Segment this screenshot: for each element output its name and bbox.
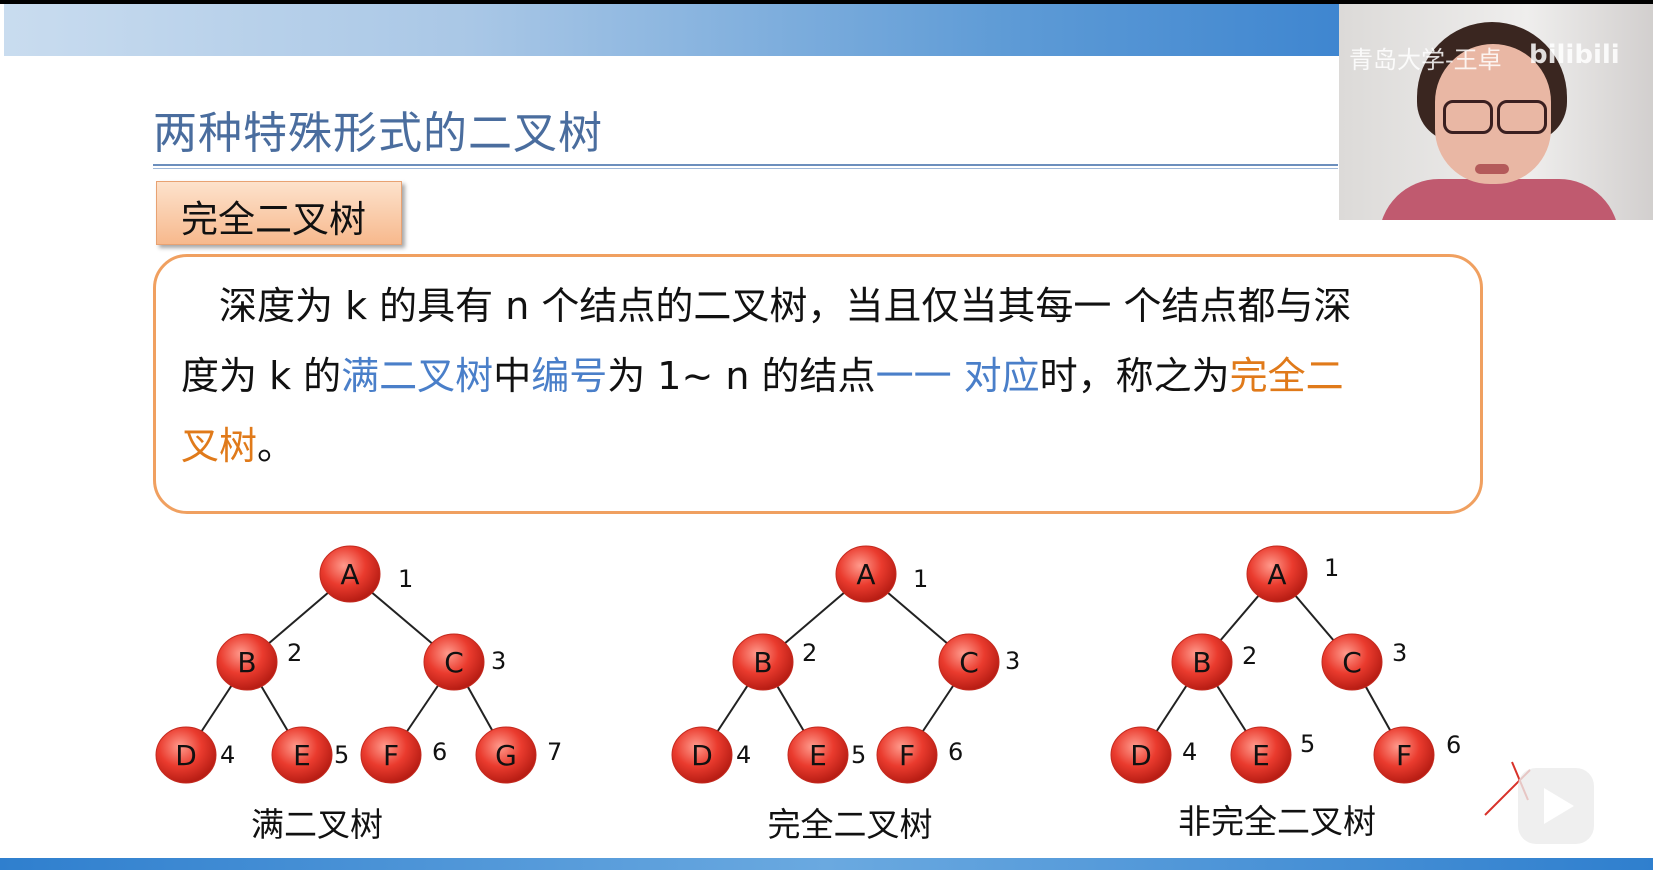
binary-tree: A 1 B 2 C 3 D 4 E 5 F 6 完全二叉树 bbox=[671, 545, 1020, 844]
node-number: 3 bbox=[491, 647, 506, 675]
node-label: A bbox=[1267, 558, 1286, 591]
node-number: 6 bbox=[432, 738, 447, 766]
node-label: G bbox=[495, 739, 517, 772]
node-label: E bbox=[1252, 739, 1270, 772]
node-number: 5 bbox=[334, 741, 349, 769]
node-number: 1 bbox=[913, 565, 928, 593]
node-label: F bbox=[383, 739, 399, 772]
node-label: D bbox=[1130, 739, 1152, 772]
node-number: 4 bbox=[220, 741, 235, 769]
node-label: B bbox=[237, 646, 256, 679]
node-label: E bbox=[809, 739, 827, 772]
node-label: B bbox=[1192, 646, 1211, 679]
tree-diagrams: A 1B 2 C 3D 4 E 5 F 6 G 7满二叉树A 1B 2 C 3D 4 E 5 F 6完全二叉树A 1B 2 C… bbox=[155, 545, 1531, 844]
footer-band bbox=[0, 858, 1653, 870]
node-label: F bbox=[1396, 739, 1412, 772]
node-number: 2 bbox=[802, 639, 817, 667]
node-number: 1 bbox=[1324, 554, 1339, 582]
node-label: D bbox=[175, 739, 197, 772]
tree-caption: 非完全二叉树 bbox=[1178, 802, 1376, 841]
node-number: 4 bbox=[1182, 738, 1197, 766]
node-number: 2 bbox=[287, 639, 302, 667]
node-number: 1 bbox=[398, 565, 413, 593]
node-label: C bbox=[444, 646, 464, 679]
tree-caption: 完全二叉树 bbox=[768, 805, 933, 844]
binary-tree: A 1 B 2 C 3 D 4 E 5 F 6 非完全二叉树 bbox=[1110, 545, 1461, 841]
node-label: E bbox=[293, 739, 311, 772]
node-label: D bbox=[691, 739, 713, 772]
slide-frame: 两种特殊形式的二叉树 完全二叉树 深度为 k 的具有 n 个结点的二叉树，当且仅… bbox=[0, 0, 1653, 870]
tree-caption: 满二叉树 bbox=[251, 805, 383, 844]
node-label: B bbox=[753, 646, 772, 679]
node-number: 2 bbox=[1242, 642, 1257, 670]
node-number: 5 bbox=[1300, 730, 1315, 758]
node-label: C bbox=[959, 646, 979, 679]
binary-tree: A 1 B 2 C 3 D 4 E 5 F 6 G 7 满二叉树 bbox=[155, 545, 562, 844]
node-number: 5 bbox=[851, 741, 866, 769]
node-label: F bbox=[899, 739, 915, 772]
play-icon[interactable] bbox=[1518, 768, 1594, 844]
node-label: A bbox=[856, 558, 875, 591]
node-number: 7 bbox=[547, 738, 562, 766]
node-label: C bbox=[1342, 646, 1362, 679]
node-number: 3 bbox=[1005, 647, 1020, 675]
node-number: 4 bbox=[736, 741, 751, 769]
node-number: 3 bbox=[1392, 639, 1407, 667]
node-number: 6 bbox=[1446, 731, 1461, 759]
node-number: 6 bbox=[948, 738, 963, 766]
node-label: A bbox=[340, 558, 359, 591]
